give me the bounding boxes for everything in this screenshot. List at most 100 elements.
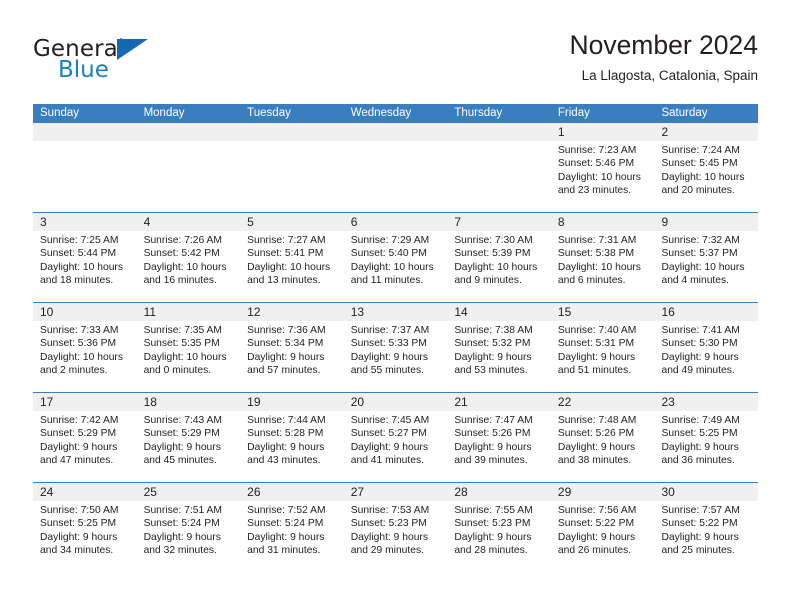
triangle-logo-icon xyxy=(117,39,148,60)
day-detail-line: Daylight: 9 hours xyxy=(143,441,221,453)
day-detail-line: Sunrise: 7:43 AM xyxy=(143,415,222,426)
day-details: Sunrise: 7:36 AM Sunset: 5:34 PM Daylight:… xyxy=(240,321,344,378)
day-details: Sunrise: 7:57 AM Sunset: 5:22 PM Daylight:… xyxy=(654,501,758,558)
calendar-day-cell[interactable]: 15 Sunrise: 7:40 AM Sunset: 5:31 PM Dayligh… xyxy=(550,303,655,392)
day-number-band: 21 xyxy=(447,393,551,411)
day-detail-line: Sunrise: 7:31 AM xyxy=(557,235,637,246)
calendar-day-cell[interactable]: 28 Sunrise: 7:55 AM Sunset: 5:23 PM Dayligh… xyxy=(447,483,551,572)
day-detail-line: and 51 minutes. xyxy=(557,365,632,377)
calendar-day-cell[interactable]: 3 Sunrise: 7:25 AM Sunset: 5:44 PM Daylight… xyxy=(33,213,137,302)
day-details: Sunrise: 7:42 AM Sunset: 5:29 PM Daylight:… xyxy=(33,411,137,468)
calendar-day-cell[interactable]: 22 Sunrise: 7:48 AM Sunset: 5:26 PM Dayligh… xyxy=(550,393,655,482)
day-number: 19 xyxy=(247,395,261,409)
calendar-day-cell[interactable]: 24 Sunrise: 7:50 AM Sunset: 5:25 PM Dayligh… xyxy=(33,483,137,572)
day-details: Sunrise: 7:52 AM Sunset: 5:24 PM Daylight:… xyxy=(240,501,344,558)
title-block: November 2024 La Llagosta, Catalonia, Sp… xyxy=(569,28,758,87)
day-detail-line: Daylight: 9 hours xyxy=(557,441,636,453)
calendar-day-cell[interactable]: 1 Sunrise: 7:23 AM Sunset: 5:46 PM Daylight… xyxy=(550,123,655,212)
day-details: Sunrise: 7:51 AM Sunset: 5:24 PM Daylight:… xyxy=(137,501,241,558)
day-detail-line: Sunset: 5:22 PM xyxy=(661,518,738,530)
calendar-day-cell[interactable]: 30 Sunrise: 7:57 AM Sunset: 5:22 PM Dayligh… xyxy=(654,483,759,572)
calendar-day-cell[interactable]: 25 Sunrise: 7:51 AM Sunset: 5:24 PM Dayligh… xyxy=(136,483,241,572)
calendar-day-cell[interactable]: 7 Sunrise: 7:30 AM Sunset: 5:39 PM Daylight… xyxy=(447,213,551,302)
day-number-band: 20 xyxy=(343,393,448,411)
day-detail-line: Sunset: 5:41 PM xyxy=(247,248,324,260)
day-detail-line: Sunrise: 7:52 AM xyxy=(247,505,326,516)
day-number-band: 29 xyxy=(550,483,655,501)
calendar-day-cell[interactable]: 12 Sunrise: 7:36 AM Sunset: 5:34 PM Dayligh… xyxy=(240,303,344,392)
calendar-week-row: 17 Sunrise: 7:42 AM Sunset: 5:29 PM Dayligh… xyxy=(33,392,759,482)
day-detail-line: Daylight: 10 hours xyxy=(143,351,227,363)
calendar-day-cell[interactable]: 17 Sunrise: 7:42 AM Sunset: 5:29 PM Dayligh… xyxy=(33,393,137,482)
day-detail-line: and 26 minutes. xyxy=(557,545,632,557)
day-detail-line: and 13 minutes. xyxy=(247,275,321,287)
day-details: Sunrise: 7:44 AM Sunset: 5:28 PM Daylight:… xyxy=(240,411,344,468)
calendar-day-cell-empty xyxy=(33,123,137,212)
day-detail-line: and 25 minutes. xyxy=(661,545,735,557)
day-detail-line: Sunset: 5:23 PM xyxy=(350,518,427,530)
calendar-day-cell[interactable]: 21 Sunrise: 7:47 AM Sunset: 5:26 PM Dayligh… xyxy=(447,393,551,482)
day-number-band: 14 xyxy=(447,303,551,321)
day-detail-line: Sunrise: 7:38 AM xyxy=(454,325,533,336)
day-details: Sunrise: 7:30 AM Sunset: 5:39 PM Daylight:… xyxy=(447,231,551,288)
day-detail-line: and 43 minutes. xyxy=(247,455,321,467)
calendar-day-cell[interactable]: 4 Sunrise: 7:26 AM Sunset: 5:42 PM Daylight… xyxy=(136,213,241,302)
calendar-day-cell[interactable]: 8 Sunrise: 7:31 AM Sunset: 5:38 PM Daylight… xyxy=(550,213,655,302)
weekday-header-row: Sunday Monday Tuesday Wednesday Thursday Frid… xyxy=(33,104,758,123)
calendar-day-cell[interactable]: 2 Sunrise: 7:24 AM Sunset: 5:45 PM Daylight… xyxy=(654,123,759,212)
calendar-day-cell[interactable]: 23 Sunrise: 7:49 AM Sunset: 5:25 PM Dayligh… xyxy=(654,393,759,482)
page-header: General Blue November 2024 La Llagosta, … xyxy=(33,28,758,96)
day-number: 8 xyxy=(557,215,565,229)
day-number: 17 xyxy=(40,395,54,409)
calendar-day-cell[interactable]: 11 Sunrise: 7:35 AM Sunset: 5:35 PM Dayligh… xyxy=(136,303,241,392)
day-number: 13 xyxy=(350,305,365,319)
day-number: 29 xyxy=(557,485,572,499)
day-detail-line: Sunrise: 7:23 AM xyxy=(557,145,637,156)
day-number: 28 xyxy=(454,485,468,499)
calendar-day-cell[interactable]: 10 Sunrise: 7:33 AM Sunset: 5:36 PM Dayligh… xyxy=(33,303,137,392)
day-details: Sunrise: 7:32 AM Sunset: 5:37 PM Daylight:… xyxy=(654,231,758,288)
day-detail-line: Daylight: 9 hours xyxy=(143,531,221,543)
day-number-band: 17 xyxy=(33,393,137,411)
calendar-day-cell[interactable]: 6 Sunrise: 7:29 AM Sunset: 5:40 PM Daylight… xyxy=(343,213,448,302)
day-number: 20 xyxy=(350,395,365,409)
day-number-band: 27 xyxy=(343,483,448,501)
day-detail-line: Daylight: 9 hours xyxy=(40,441,118,453)
day-detail-line: Daylight: 10 hours xyxy=(454,261,538,273)
day-details: Sunrise: 7:40 AM Sunset: 5:31 PM Daylight:… xyxy=(551,321,655,378)
day-number: 9 xyxy=(661,215,669,229)
day-number: 1 xyxy=(557,125,565,139)
day-number-band: 6 xyxy=(343,213,448,231)
calendar-day-cell[interactable]: 18 Sunrise: 7:43 AM Sunset: 5:29 PM Dayligh… xyxy=(136,393,241,482)
calendar-day-cell[interactable]: 29 Sunrise: 7:56 AM Sunset: 5:22 PM Dayligh… xyxy=(550,483,655,572)
day-details: Sunrise: 7:38 AM Sunset: 5:32 PM Daylight:… xyxy=(447,321,551,378)
day-detail-line: Sunset: 5:34 PM xyxy=(247,338,324,350)
day-number-band: 28 xyxy=(447,483,551,501)
calendar-day-cell[interactable]: 5 Sunrise: 7:27 AM Sunset: 5:41 PM Daylight… xyxy=(240,213,344,302)
day-number-band: 15 xyxy=(550,303,655,321)
day-detail-line: and 39 minutes. xyxy=(454,455,528,467)
day-detail-line: Daylight: 9 hours xyxy=(661,441,739,453)
brand-logo[interactable]: General Blue xyxy=(33,36,213,88)
calendar-day-cell[interactable]: 9 Sunrise: 7:32 AM Sunset: 5:37 PM Daylight… xyxy=(654,213,759,302)
day-detail-line: Sunrise: 7:29 AM xyxy=(350,235,430,246)
day-detail-line: Daylight: 9 hours xyxy=(661,531,739,543)
calendar-day-cell[interactable]: 14 Sunrise: 7:38 AM Sunset: 5:32 PM Dayligh… xyxy=(447,303,551,392)
day-detail-line: Daylight: 10 hours xyxy=(557,261,641,273)
calendar-day-cell[interactable]: 19 Sunrise: 7:44 AM Sunset: 5:28 PM Dayligh… xyxy=(240,393,344,482)
calendar-day-cell[interactable]: 16 Sunrise: 7:41 AM Sunset: 5:30 PM Dayligh… xyxy=(654,303,759,392)
day-number-band: 2 xyxy=(654,123,759,141)
day-detail-line: Sunrise: 7:35 AM xyxy=(143,325,222,336)
calendar-day-cell[interactable]: 27 Sunrise: 7:53 AM Sunset: 5:23 PM Dayligh… xyxy=(343,483,448,572)
day-detail-line: Daylight: 9 hours xyxy=(350,351,429,363)
day-detail-line: Sunset: 5:42 PM xyxy=(143,248,220,260)
calendar-week-row: 1 Sunrise: 7:23 AM Sunset: 5:46 PM Daylight… xyxy=(33,123,759,212)
calendar-day-cell[interactable]: 26 Sunrise: 7:52 AM Sunset: 5:24 PM Dayligh… xyxy=(240,483,344,572)
calendar-day-cell[interactable]: 20 Sunrise: 7:45 AM Sunset: 5:27 PM Dayligh… xyxy=(343,393,448,482)
day-detail-line: and 20 minutes. xyxy=(661,185,735,197)
day-number: 22 xyxy=(557,395,572,409)
day-detail-line: Sunset: 5:24 PM xyxy=(247,518,324,530)
day-detail-line: Daylight: 10 hours xyxy=(661,171,745,183)
calendar-day-cell[interactable]: 13 Sunrise: 7:37 AM Sunset: 5:33 PM Dayligh… xyxy=(343,303,448,392)
day-number-band: 22 xyxy=(550,393,655,411)
